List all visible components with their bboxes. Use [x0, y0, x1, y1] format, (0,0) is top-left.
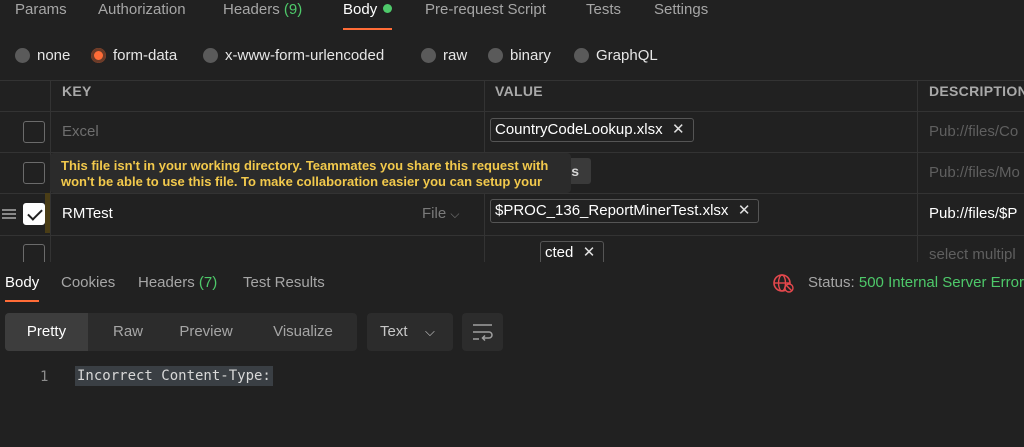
row-description[interactable]: Pub://files/Co	[929, 123, 1018, 140]
tab-headers-count: (9)	[283, 1, 303, 18]
column-header-description: DESCRIPTION	[929, 83, 1024, 99]
radio-circle	[203, 48, 218, 63]
chevron-down-icon: ⌵	[450, 207, 460, 221]
tab-headers[interactable]: Headers (9)	[223, 0, 302, 30]
response-tab-cookies[interactable]: Cookies	[61, 274, 115, 302]
row-type-label: File	[422, 205, 447, 222]
table-divider	[0, 193, 1024, 194]
row-checkbox[interactable]	[23, 121, 45, 143]
radio-label: x-www-form-urlencoded	[225, 47, 385, 64]
response-body-text[interactable]: Incorrect Content-Type:	[75, 366, 273, 386]
radio-label: none	[37, 47, 71, 64]
row-active-marker	[45, 193, 50, 233]
response-tab-body[interactable]: Body	[5, 274, 40, 302]
radio-label: raw	[443, 47, 468, 64]
response-status[interactable]: Status: 500 Internal Server Error	[808, 274, 1024, 291]
tab-body[interactable]: Body	[343, 0, 393, 30]
view-visualize-button[interactable]: Visualize	[249, 313, 357, 351]
chevron-down-icon: ⌵	[425, 324, 435, 339]
tab-params[interactable]: Params	[15, 0, 67, 30]
tab-headers-label: Headers	[223, 1, 280, 18]
radio-circle	[488, 48, 503, 63]
tab-authorization[interactable]: Authorization	[98, 0, 186, 30]
table-divider	[0, 235, 1024, 236]
row-description[interactable]: Pub://files/$P	[929, 205, 1017, 222]
radio-label: binary	[510, 47, 551, 64]
status-value: 500 Internal Server Error	[858, 274, 1024, 291]
body-indicator-dot	[383, 4, 393, 13]
radio-circle	[15, 48, 30, 63]
line-number: 1	[40, 369, 49, 385]
response-tab-headers[interactable]: Headers (7)	[138, 274, 217, 302]
file-chip: $PROC_136_ReportMinerTest.xlsx ✕	[490, 199, 760, 223]
row-type-dropdown[interactable]: File ⌵	[422, 205, 459, 222]
drag-handle-icon[interactable]	[2, 209, 16, 219]
radio-label: GraphQL	[596, 47, 658, 64]
table-divider	[0, 111, 1024, 112]
view-mode-group: Pretty Raw Preview Visualize	[5, 313, 357, 351]
row-checkbox[interactable]	[23, 162, 45, 184]
file-name: CountryCodeLookup.xlsx	[495, 121, 663, 138]
table-divider	[0, 80, 1024, 81]
working-directory-tooltip: This file isn't in your working director…	[50, 153, 571, 193]
row-key[interactable]: Excel	[62, 123, 99, 140]
file-name: $PROC_136_ReportMinerTest.xlsx	[495, 202, 729, 219]
view-pretty-button[interactable]: Pretty	[5, 313, 88, 351]
tab-settings[interactable]: Settings	[654, 0, 708, 30]
file-chip: CountryCodeLookup.xlsx ✕	[490, 118, 694, 142]
tooltip-line: won't be able to use this file. To make …	[61, 174, 543, 189]
row-description[interactable]: Pub://files/Mo	[929, 164, 1020, 181]
tab-pre-request-script[interactable]: Pre-request Script	[425, 0, 546, 30]
response-tab-headers-count: (7)	[198, 274, 218, 291]
view-raw-button[interactable]: Raw	[93, 313, 163, 351]
tooltip-line: This file isn't in your working director…	[61, 158, 549, 173]
close-icon[interactable]: ✕	[672, 119, 685, 141]
file-name: cted	[545, 244, 574, 261]
radio-circle	[574, 48, 589, 63]
response-tab-headers-label: Headers	[138, 274, 195, 291]
row-checkbox[interactable]	[23, 203, 45, 225]
file-chip: cted ✕	[540, 241, 605, 262]
row-checkbox[interactable]	[23, 244, 45, 262]
status-label: Status:	[808, 274, 855, 291]
wrap-lines-button[interactable]	[462, 313, 503, 351]
close-icon[interactable]: ✕	[738, 200, 751, 222]
radio-label: form-data	[113, 47, 178, 64]
format-select[interactable]: Text ⌵	[367, 313, 453, 351]
radio-circle	[421, 48, 436, 63]
format-select-value: Text	[380, 323, 408, 340]
column-divider	[917, 80, 918, 262]
column-header-value: VALUE	[495, 83, 543, 99]
radio-circle	[91, 48, 106, 63]
tab-tests[interactable]: Tests	[586, 0, 621, 30]
wrap-lines-icon	[473, 324, 493, 342]
row-description[interactable]: select multipl	[929, 246, 1016, 262]
view-preview-button[interactable]: Preview	[163, 313, 249, 351]
tab-body-label: Body	[343, 1, 378, 18]
row-key[interactable]: RMTest	[62, 205, 113, 222]
close-icon[interactable]: ✕	[583, 242, 596, 262]
column-header-key: KEY	[62, 83, 92, 99]
response-tab-test-results[interactable]: Test Results	[243, 274, 325, 302]
globe-error-icon[interactable]	[772, 273, 794, 293]
